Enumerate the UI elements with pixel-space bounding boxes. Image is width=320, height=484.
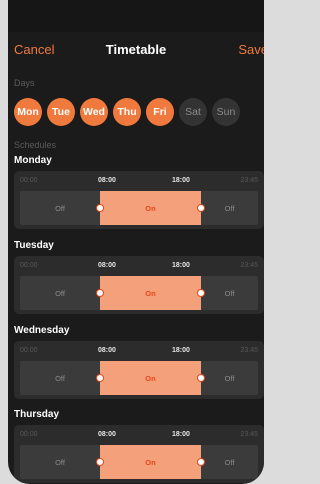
start-drag-handle[interactable] (96, 458, 104, 466)
day-toggle-sat[interactable]: Sat (179, 98, 207, 126)
time-axis: 00:00 08:00 18:00 23:45 (14, 262, 264, 272)
time-on-to: 18:00 (172, 347, 190, 354)
days-label: Days (14, 78, 35, 88)
timetable-screen: Cancel Timetable Save Days Mon Tue Wed T… (8, 0, 264, 484)
schedule-track: Off On Off (20, 445, 258, 479)
start-drag-handle[interactable] (96, 289, 104, 297)
cancel-button[interactable]: Cancel (14, 42, 54, 57)
off-segment-after[interactable]: Off (201, 361, 258, 395)
time-end: 23:45 (240, 262, 258, 269)
schedule-card: 00:00 08:00 18:00 23:45 Off On Off (14, 425, 264, 483)
end-drag-handle[interactable] (197, 289, 205, 297)
time-start: 00:00 (20, 262, 38, 269)
start-drag-handle[interactable] (96, 374, 104, 382)
day-toggle-tue[interactable]: Tue (47, 98, 75, 126)
schedule-card: 00:00 08:00 18:00 23:45 Off On Off (14, 341, 264, 399)
day-selector: Mon Tue Wed Thu Fri Sat Sun (14, 98, 240, 126)
nav-bar: Cancel Timetable Save (8, 32, 264, 66)
schedule-track: Off On Off (20, 191, 258, 225)
on-segment[interactable]: On (100, 361, 201, 395)
time-on-from: 08:00 (98, 431, 116, 438)
time-start: 00:00 (20, 347, 38, 354)
on-segment[interactable]: On (100, 445, 201, 479)
time-on-to: 18:00 (172, 177, 190, 184)
off-segment-before[interactable]: Off (20, 445, 100, 479)
time-axis: 00:00 08:00 18:00 23:45 (14, 347, 264, 357)
time-end: 23:45 (240, 347, 258, 354)
schedules-label: Schedules (14, 140, 57, 150)
schedule-card: 00:00 08:00 18:00 23:45 Off On Off (14, 171, 264, 229)
day-toggle-fri[interactable]: Fri (146, 98, 174, 126)
time-axis: 00:00 08:00 18:00 23:45 (14, 431, 264, 441)
off-segment-after[interactable]: Off (201, 191, 258, 225)
schedule-day-title: Thursday (14, 409, 60, 420)
day-toggle-sun[interactable]: Sun (212, 98, 240, 126)
on-segment[interactable]: On (100, 276, 201, 310)
time-on-from: 08:00 (98, 262, 116, 269)
day-toggle-mon[interactable]: Mon (14, 98, 42, 126)
off-segment-after[interactable]: Off (201, 276, 258, 310)
schedule-track: Off On Off (20, 276, 258, 310)
time-axis: 00:00 08:00 18:00 23:45 (14, 177, 264, 187)
end-drag-handle[interactable] (197, 458, 205, 466)
start-drag-handle[interactable] (96, 204, 104, 212)
time-start: 00:00 (20, 431, 38, 438)
schedule-card: 00:00 08:00 18:00 23:45 Off On Off (14, 256, 264, 314)
time-end: 23:45 (240, 177, 258, 184)
time-on-to: 18:00 (172, 262, 190, 269)
off-segment-before[interactable]: Off (20, 191, 100, 225)
off-segment-before[interactable]: Off (20, 361, 100, 395)
status-bar (8, 0, 264, 32)
time-on-to: 18:00 (172, 431, 190, 438)
end-drag-handle[interactable] (197, 204, 205, 212)
day-toggle-thu[interactable]: Thu (113, 98, 141, 126)
time-end: 23:45 (240, 431, 258, 438)
schedule-day-title: Wednesday (14, 325, 70, 336)
time-start: 00:00 (20, 177, 38, 184)
save-button[interactable]: Save (238, 42, 264, 57)
on-segment[interactable]: On (100, 191, 201, 225)
off-segment-before[interactable]: Off (20, 276, 100, 310)
day-toggle-wed[interactable]: Wed (80, 98, 108, 126)
time-on-from: 08:00 (98, 177, 116, 184)
time-on-from: 08:00 (98, 347, 116, 354)
schedule-track: Off On Off (20, 361, 258, 395)
schedule-day-title: Tuesday (14, 240, 54, 251)
off-segment-after[interactable]: Off (201, 445, 258, 479)
schedule-day-title: Monday (14, 155, 52, 166)
end-drag-handle[interactable] (197, 374, 205, 382)
